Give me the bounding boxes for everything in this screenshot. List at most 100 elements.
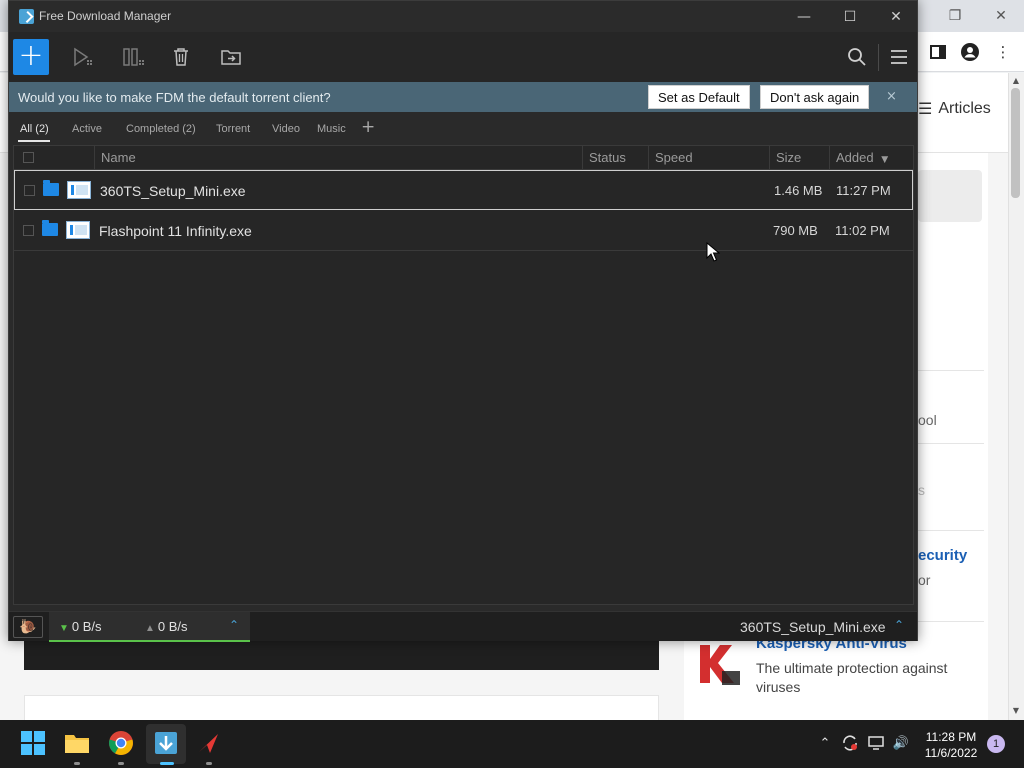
open-folder-icon[interactable] [42, 220, 58, 236]
sidebar-text-fragment: s [918, 482, 925, 498]
window-title: Free Download Manager [39, 9, 172, 23]
tab-active[interactable]: Active [72, 123, 102, 135]
sidebar-link-fragment[interactable]: ecurity [918, 547, 967, 564]
tab-completed[interactable]: Completed (2) [126, 123, 196, 135]
clock-time: 11:28 PM [925, 730, 977, 744]
article-card [24, 695, 659, 720]
fdm-titlebar: Free Download Manager — ☐ ✕ [9, 1, 917, 32]
banner-message: Would you like to make FDM the default t… [18, 90, 331, 105]
column-status[interactable]: Status [582, 146, 648, 170]
column-name[interactable]: Name [94, 146, 582, 170]
current-file-label[interactable]: 360TS_Setup_Mini.exe [740, 619, 886, 635]
column-added[interactable]: Added ▼ [829, 146, 913, 170]
column-added-label: Added [836, 150, 874, 165]
fdm-toolbar: + [9, 32, 917, 82]
list-header: Name Status Speed Size Added ▼ [14, 146, 913, 170]
download-name: Flashpoint 11 Infinity.exe [99, 223, 252, 239]
taskbar: ⌃ 🔊 11:28 PM 11/6/2022 1 [0, 720, 1024, 768]
close-icon[interactable]: ✕ [873, 1, 919, 32]
downloads-list: Name Status Speed Size Added ▼ 360TS_Set… [13, 145, 914, 605]
sidepanel-icon[interactable] [928, 42, 948, 62]
windows-start-icon[interactable] [20, 730, 46, 756]
default-client-banner: Would you like to make FDM the default t… [9, 82, 917, 112]
resume-icon[interactable] [71, 45, 95, 69]
scroll-thumb[interactable] [1011, 88, 1020, 198]
pdf-app-icon[interactable] [196, 730, 222, 756]
set-as-default-button[interactable]: Set as Default [648, 85, 750, 109]
list-icon: ☰ [918, 101, 933, 118]
active-tab-indicator [18, 140, 50, 142]
delete-icon[interactable] [169, 45, 193, 69]
speed-limit-snail-icon[interactable]: 🐌 [13, 616, 43, 638]
kaspersky-logo-icon [700, 645, 740, 685]
volume-icon[interactable]: 🔊 [892, 734, 910, 752]
exe-file-icon [67, 181, 91, 199]
divider [918, 530, 984, 531]
browser-restore-icon[interactable]: ❐ [932, 0, 978, 32]
status-bar: 🐌 ▼ 0 B/s ▲ 0 B/s ⌃ 360TS_Setup_Mini.exe ⌃ [9, 611, 917, 642]
download-row[interactable]: 360TS_Setup_Mini.exe 1.46 MB 11:27 PM [14, 170, 913, 210]
scroll-up-icon[interactable]: ▲ [1011, 76, 1021, 86]
add-download-button[interactable]: + [13, 39, 49, 75]
file-explorer-icon[interactable] [64, 730, 90, 756]
network-icon[interactable] [868, 734, 886, 752]
profile-icon[interactable] [960, 42, 980, 62]
row-checkbox[interactable] [24, 185, 35, 196]
sidebar-text-fragment: or [918, 572, 931, 588]
tab-music[interactable]: Music [317, 123, 346, 135]
exe-file-icon [66, 221, 90, 239]
download-name: 360TS_Setup_Mini.exe [100, 183, 246, 199]
download-speed: ▼ 0 B/s [59, 619, 102, 634]
running-indicator [160, 762, 174, 765]
filter-tabs: All (2) Active Completed (2) Torrent Vid… [9, 112, 917, 145]
pause-icon[interactable] [121, 45, 145, 69]
divider [918, 443, 984, 444]
search-icon[interactable] [845, 45, 869, 69]
download-added: 11:02 PM [835, 223, 890, 238]
download-arrow-icon: ▼ [59, 623, 69, 634]
open-folder-icon[interactable] [43, 180, 59, 196]
sync-icon[interactable] [841, 734, 859, 752]
add-tab-icon[interactable]: + [361, 117, 375, 137]
upload-arrow-icon: ▲ [145, 623, 155, 634]
fdm-window: Free Download Manager — ☐ ✕ + Would you … [8, 0, 918, 642]
maximize-icon[interactable]: ☐ [827, 1, 873, 32]
speed-panel[interactable]: ▼ 0 B/s ▲ 0 B/s ⌃ [49, 612, 250, 642]
minimize-icon[interactable]: — [781, 1, 827, 32]
toolbar-separator [878, 44, 879, 71]
clock-date: 11/6/2022 [924, 746, 978, 760]
column-size[interactable]: Size [769, 146, 829, 170]
kaspersky-description: The ultimate protection against viruses [756, 660, 948, 695]
running-indicator [74, 762, 80, 765]
download-row[interactable]: Flashpoint 11 Infinity.exe 790 MB 11:02 … [14, 211, 913, 251]
move-to-folder-icon[interactable] [219, 45, 243, 69]
tab-video[interactable]: Video [272, 123, 300, 135]
divider [918, 370, 984, 371]
download-size: 1.46 MB [774, 183, 823, 198]
download-size: 790 MB [773, 223, 818, 238]
browser-menu-icon[interactable]: ⋮ [993, 42, 1013, 62]
chevron-up-icon[interactable]: ⌃ [229, 618, 239, 632]
chevron-up-icon[interactable]: ⌃ [894, 618, 904, 632]
chrome-icon[interactable] [108, 730, 134, 756]
running-indicator [118, 762, 124, 765]
scroll-down-icon[interactable]: ▼ [1011, 706, 1021, 716]
tab-all[interactable]: All (2) [20, 123, 49, 135]
chevron-up-icon[interactable]: ⌃ [816, 734, 834, 752]
sidebar-text-fragment: ool [918, 412, 937, 428]
banner-close-icon[interactable]: × [886, 89, 897, 104]
dont-ask-again-button[interactable]: Don't ask again [760, 85, 870, 109]
fdm-taskbar-icon[interactable] [153, 730, 179, 756]
hamburger-menu-icon[interactable] [887, 45, 911, 69]
notification-badge[interactable]: 1 [987, 735, 1005, 753]
browser-close-icon[interactable]: ✕ [978, 0, 1024, 32]
articles-link[interactable]: ☰ Articles [918, 99, 991, 119]
tab-torrent[interactable]: Torrent [216, 123, 250, 135]
clock[interactable]: 11:28 PM 11/6/2022 [920, 729, 982, 761]
fdm-app-icon [19, 9, 34, 24]
running-indicator [206, 762, 212, 765]
sidebar-placeholder [918, 170, 982, 222]
column-speed[interactable]: Speed [648, 146, 769, 170]
select-all-checkbox[interactable] [23, 152, 34, 163]
row-checkbox[interactable] [23, 225, 34, 236]
